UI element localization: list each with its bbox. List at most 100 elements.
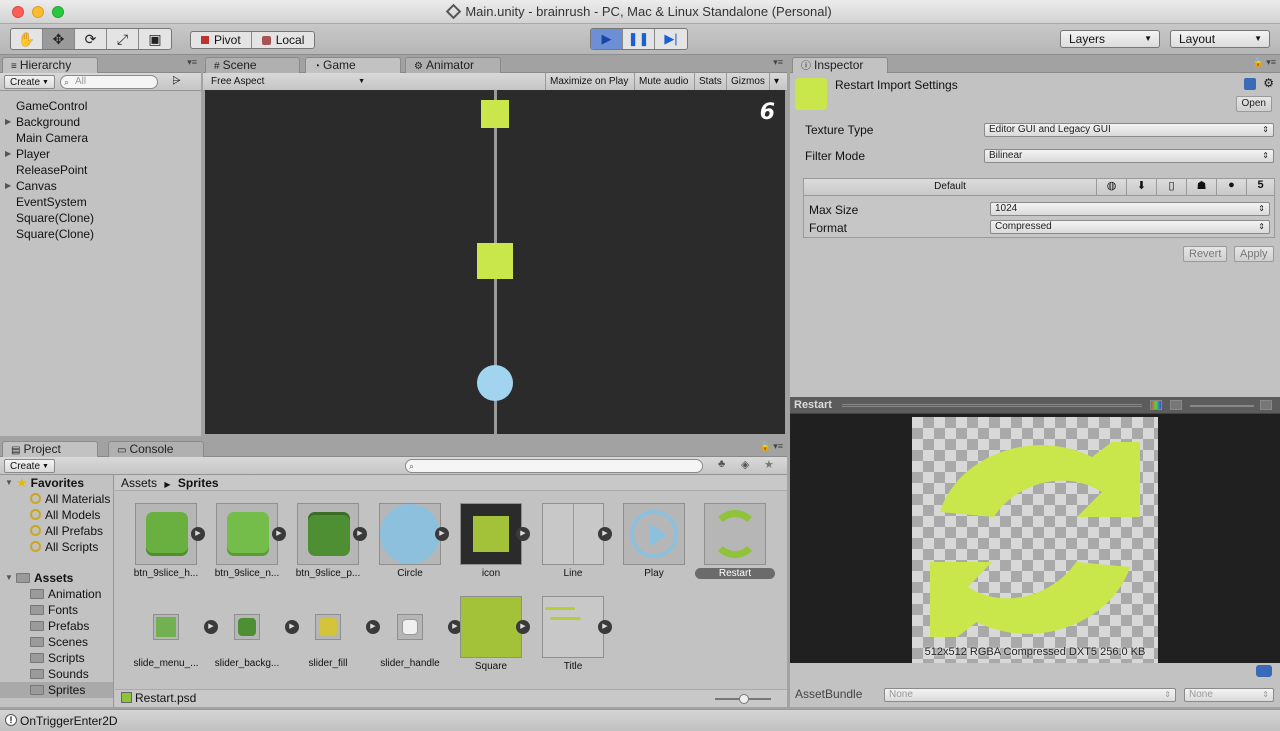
- tab-animator[interactable]: ⚙ Animator: [405, 57, 501, 73]
- asset-item[interactable]: ▶ btn_9slice_h...: [126, 503, 206, 579]
- local-button[interactable]: Local: [252, 32, 315, 48]
- asset-item[interactable]: ▶ slider_fill: [288, 596, 380, 669]
- expand-sprite-icon[interactable]: ▶: [191, 527, 205, 541]
- asset-item-selected[interactable]: Restart: [695, 503, 775, 579]
- assetbundle-select[interactable]: None ⇕: [884, 688, 1176, 702]
- assets-header[interactable]: ▼ Assets: [0, 570, 113, 586]
- breadcrumb-sprites[interactable]: Sprites: [178, 476, 219, 490]
- folder-item[interactable]: Sounds: [0, 666, 113, 682]
- android-platform-icon[interactable]: ☗: [1186, 179, 1216, 195]
- favorite-item[interactable]: All Models: [0, 507, 113, 523]
- asset-item[interactable]: ▬▬▬ ▬▬▬ ▶ Title: [533, 596, 613, 672]
- layers-dropdown[interactable]: Layers ▼: [1060, 30, 1160, 48]
- panel-menu-icon[interactable]: 🔒 ▾≡: [760, 441, 783, 452]
- filter-icon[interactable]: ⩥: [172, 75, 181, 88]
- asset-item[interactable]: Play: [614, 503, 694, 579]
- tab-hierarchy[interactable]: ≡ Hierarchy: [2, 57, 98, 73]
- stats-toggle[interactable]: Stats: [694, 73, 726, 90]
- preview-header[interactable]: Restart: [790, 397, 1280, 414]
- mip-level-icon[interactable]: [1260, 400, 1272, 410]
- assetbundle-variant-select[interactable]: None ⇕: [1184, 688, 1274, 702]
- hand-tool-icon[interactable]: ✋: [11, 29, 43, 49]
- html5-platform-icon[interactable]: 5: [1246, 179, 1274, 195]
- hierarchy-item[interactable]: ▶ Background: [0, 114, 94, 130]
- aspect-dropdown[interactable]: Free Aspect ▼: [207, 73, 369, 90]
- folder-item-selected[interactable]: Sprites: [0, 682, 113, 698]
- hierarchy-item[interactable]: Square(Clone): [0, 210, 94, 226]
- rotate-tool-icon[interactable]: ⟳: [75, 29, 107, 49]
- status-bar[interactable]: ! OnTriggerEnter2D: [0, 709, 1280, 731]
- label-icon[interactable]: ◈: [741, 458, 749, 471]
- move-tool-icon[interactable]: ✥: [43, 29, 75, 49]
- asset-item[interactable]: ▶ Line: [533, 503, 613, 579]
- panel-menu-icon[interactable]: ▾≡: [187, 57, 197, 68]
- favorite-star-icon[interactable]: ★: [764, 458, 774, 471]
- collapse-arrow-icon[interactable]: ▼: [5, 570, 13, 586]
- favorite-item[interactable]: All Materials: [0, 491, 113, 507]
- asset-item[interactable]: ▶ slider_backg...: [207, 596, 299, 669]
- format-select[interactable]: Compressed ⇕: [990, 220, 1270, 234]
- project-search-input[interactable]: ⌕: [405, 459, 703, 473]
- play-button[interactable]: ▶: [591, 29, 623, 49]
- expand-sprite-icon[interactable]: ▶: [516, 620, 530, 634]
- max-size-select[interactable]: 1024 ⇕: [990, 202, 1270, 216]
- tab-console[interactable]: ▭ Console: [108, 441, 204, 457]
- pivot-button[interactable]: Pivot: [191, 32, 252, 48]
- open-button[interactable]: Open: [1235, 96, 1272, 112]
- gear-icon[interactable]: ⚙: [1263, 76, 1274, 90]
- favorite-item[interactable]: All Prefabs: [0, 523, 113, 539]
- scale-tool-icon[interactable]: ⤢: [107, 29, 139, 49]
- hierarchy-item[interactable]: Main Camera: [0, 130, 94, 146]
- gizmos-dropdown[interactable]: ▾: [769, 73, 783, 90]
- rgb-channel-icon[interactable]: [1150, 400, 1162, 410]
- asset-item[interactable]: ▶ btn_9slice_n...: [207, 503, 287, 579]
- folder-item[interactable]: Scripts: [0, 650, 113, 666]
- expand-arrow-icon[interactable]: ▶: [5, 114, 11, 130]
- folder-item[interactable]: Animation: [0, 586, 113, 602]
- slider-handle[interactable]: [739, 694, 749, 704]
- tab-project[interactable]: ▤ Project: [2, 441, 98, 457]
- expand-sprite-icon[interactable]: ▶: [516, 527, 530, 541]
- filter-by-type-icon[interactable]: ♣: [718, 458, 725, 470]
- hierarchy-item[interactable]: GameControl: [0, 98, 94, 114]
- hierarchy-search-input[interactable]: ⌕ All: [60, 75, 158, 89]
- breadcrumb-assets[interactable]: Assets: [121, 476, 157, 490]
- tab-game[interactable]: ◔ Game: [305, 57, 401, 73]
- texture-type-select[interactable]: Editor GUI and Legacy GUI ⇕: [984, 123, 1274, 137]
- filter-mode-select[interactable]: Bilinear ⇕: [984, 149, 1274, 163]
- hierarchy-item[interactable]: ▶ Player: [0, 146, 94, 162]
- game-view[interactable]: 6: [205, 90, 785, 434]
- hierarchy-item[interactable]: ▶ Canvas: [0, 178, 94, 194]
- step-button[interactable]: ▶|: [655, 29, 687, 49]
- hierarchy-item[interactable]: Square(Clone): [0, 226, 94, 242]
- apply-button[interactable]: Apply: [1234, 246, 1274, 262]
- web-platform-icon[interactable]: ◍: [1096, 179, 1126, 195]
- asset-item[interactable]: ▶ btn_9slice_p...: [288, 503, 368, 579]
- create-button[interactable]: Create ▼: [4, 459, 55, 473]
- revert-button[interactable]: Revert: [1183, 246, 1228, 262]
- panel-menu-icon[interactable]: 🔒 ▾≡: [1253, 57, 1276, 68]
- folder-item[interactable]: Prefabs: [0, 618, 113, 634]
- create-button[interactable]: Create ▼: [4, 75, 55, 89]
- preview-drag-handle[interactable]: [842, 404, 1142, 407]
- mute-audio-toggle[interactable]: Mute audio: [634, 73, 692, 90]
- blackberry-platform-icon[interactable]: ●: [1216, 179, 1246, 195]
- maximize-on-play-toggle[interactable]: Maximize on Play: [545, 73, 632, 90]
- gizmos-toggle[interactable]: Gizmos: [726, 73, 769, 90]
- layout-dropdown[interactable]: Layout ▼: [1170, 30, 1270, 48]
- expand-sprite-icon[interactable]: ▶: [272, 527, 286, 541]
- thumbnail-size-slider[interactable]: [715, 694, 771, 704]
- help-book-icon[interactable]: [1244, 78, 1256, 90]
- expand-arrow-icon[interactable]: ▶: [5, 178, 11, 194]
- panel-menu-icon[interactable]: ▾≡: [773, 57, 783, 68]
- folder-item[interactable]: Scenes: [0, 634, 113, 650]
- ios-platform-icon[interactable]: ▯: [1156, 179, 1186, 195]
- pause-button[interactable]: ❚❚: [623, 29, 655, 49]
- collapse-arrow-icon[interactable]: ▼: [5, 475, 13, 491]
- favorites-header[interactable]: ▼ ★ Favorites: [0, 475, 113, 491]
- mip-slider[interactable]: [1190, 405, 1254, 407]
- expand-sprite-icon[interactable]: ▶: [435, 527, 449, 541]
- folder-item[interactable]: Fonts: [0, 602, 113, 618]
- asset-item[interactable]: ▶ slider_handle: [370, 596, 462, 669]
- asset-item[interactable]: ▶ icon: [451, 503, 531, 579]
